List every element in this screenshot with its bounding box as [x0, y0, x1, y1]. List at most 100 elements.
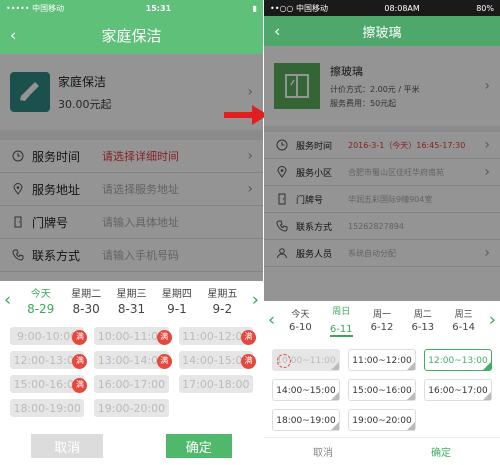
back-icon[interactable]: ‹: [10, 26, 16, 45]
time-slot-label: 13:00-14:00: [97, 354, 166, 367]
form-row[interactable]: 服务地址 请选择服务地址 ›: [0, 173, 263, 206]
chevron-right-icon[interactable]: ›: [489, 310, 496, 331]
clock-icon: [274, 137, 290, 153]
day-date: 9-1: [167, 301, 187, 316]
row-label: 服务小区: [296, 168, 333, 179]
full-badge: 满: [72, 329, 88, 345]
row-value: 系统自动分配: [348, 248, 396, 258]
day-tab[interactable]: 星期三 8-31: [109, 285, 154, 316]
time-slot[interactable]: 11:00~12:00: [348, 349, 416, 371]
row-label: 服务地址: [32, 182, 81, 197]
day-tab[interactable]: 周二 6-13: [402, 307, 443, 333]
time-slot[interactable]: 16:00-17:00: [94, 375, 169, 393]
day-tab[interactable]: 今天 6-10: [280, 307, 321, 333]
time-slot-label: 16:00~17:00: [428, 386, 488, 396]
time-slot-label: 11:00~12:00: [352, 356, 412, 366]
confirm-button[interactable]: 确定: [431, 444, 451, 459]
day-selector: ‹ › 今天 6-10 周日 6-11 周一 6-12 周二 6-13 周三 6-14: [264, 301, 500, 339]
day-tab[interactable]: 今天 8-29: [18, 285, 63, 316]
status-bar: ••○○ 中国移动 08:08AM 80%: [264, 0, 500, 16]
time-slot-label: 15:00~16:00: [352, 386, 412, 396]
time-slot-label: 15:00-16:00: [13, 378, 81, 391]
carrier-label: ••○○ 中国移动: [270, 3, 328, 13]
time-slot[interactable]: 14:00-15:00 满: [178, 351, 256, 369]
time-slot-label: 18:00-19:00: [13, 402, 81, 415]
pricing-method: 计价方式：2.00元 / 平米: [330, 85, 420, 94]
chevron-left-icon[interactable]: ‹: [4, 290, 11, 311]
time-slot-label: 12:00~13:00: [428, 356, 488, 366]
time-slot[interactable]: 14:00~15:00: [272, 379, 340, 401]
row-value: 请输入手机号码: [102, 249, 179, 262]
time-slot[interactable]: 18:00-19:00: [10, 399, 85, 417]
time-slot[interactable]: 16:00~17:00: [424, 379, 492, 401]
time-slot[interactable]: 12:00-13:00 满: [10, 351, 88, 369]
cancel-button[interactable]: 取消: [313, 444, 333, 459]
door-icon: [10, 214, 26, 230]
back-icon[interactable]: ‹: [274, 22, 280, 41]
action-bar: 取消 确定: [0, 429, 263, 463]
day-tab[interactable]: 星期五 9-2: [200, 285, 245, 316]
time-slot-grid: 10:00~11:00 11:00~12:00 12:00~13:00 14:00~1…: [264, 339, 500, 437]
day-tab[interactable]: 星期四 9-1: [154, 285, 199, 316]
day-name: 星期五: [207, 288, 238, 300]
time-slot-label: 11:00-12:00: [182, 330, 250, 343]
day-name: 今天: [291, 310, 310, 320]
service-card[interactable]: 擦玻璃 计价方式：2.00元 / 平米 服务费用：50元起 ›: [264, 46, 500, 126]
day-tab[interactable]: 周日 6-11: [321, 304, 362, 337]
time-slot[interactable]: 19:00~20:00: [348, 409, 416, 431]
carrier-label: ••••• 中国移动: [6, 3, 65, 13]
location-icon: [10, 181, 26, 197]
time-slot[interactable]: 17:00-18:00: [178, 375, 253, 393]
time-slot[interactable]: 18:00~19:00: [272, 409, 340, 431]
full-badge: 满: [156, 329, 172, 345]
day-date: 6-12: [370, 322, 394, 333]
chevron-right-icon: ›: [247, 84, 253, 100]
day-tab[interactable]: 周一 6-12: [362, 307, 403, 333]
form-row[interactable]: 联系方式 请输入手机号码: [0, 239, 263, 272]
cancel-button[interactable]: 取消: [31, 434, 104, 458]
time-slot-label: 17:00-18:00: [182, 378, 250, 391]
time-slot[interactable]: 10:00~11:00: [272, 349, 340, 371]
time-slot[interactable]: 15:00~16:00: [348, 379, 416, 401]
confirm-button[interactable]: 确定: [165, 434, 232, 458]
row-label: 服务人员: [296, 249, 333, 260]
form-row[interactable]: 服务小区 合肥市蜀山区佳旺华府南苑 ›: [264, 159, 500, 186]
clock-time: 15:31: [145, 3, 172, 13]
form-row[interactable]: 门牌号 请输入具体地址: [0, 206, 263, 239]
corner-mark-icon: [483, 392, 491, 400]
day-tab[interactable]: 周三 6-14: [443, 307, 484, 333]
chevron-right-icon[interactable]: ›: [252, 290, 259, 311]
broom-icon: [10, 72, 50, 112]
chevron-right-icon: ›: [247, 181, 253, 197]
clock-time: 08:08AM: [384, 3, 420, 13]
time-slot[interactable]: 12:00~13:00: [424, 349, 492, 371]
form-row[interactable]: 门牌号 华润五彩国际9幢904室: [264, 186, 500, 213]
time-slot[interactable]: 9:00-10:00 满: [10, 327, 88, 345]
chevron-left-icon[interactable]: ‹: [268, 310, 275, 331]
time-slot[interactable]: 19:00-20:00: [94, 399, 169, 417]
corner-mark-icon: [331, 362, 339, 370]
nav-bar: ‹ 家庭保洁: [0, 16, 263, 54]
day-date: 9-2: [212, 301, 233, 316]
nav-bar: ‹ 擦玻璃: [264, 16, 500, 46]
form-row[interactable]: 服务时间 请选择详细时间 ›: [0, 140, 263, 173]
time-slot[interactable]: 11:00-12:00 满: [178, 327, 256, 345]
time-picker-sheet: ‹ › 今天 8-29 星期二 8-30 星期三 8-31 星期四 9-1 星期五 9-2 9:0…: [0, 281, 263, 465]
day-date: 8-29: [27, 301, 55, 316]
day-tab[interactable]: 星期二 8-30: [63, 285, 108, 316]
form-row[interactable]: 服务时间 2016-3-1（今天）16:45-17:30 ›: [264, 132, 500, 159]
corner-mark-icon: [331, 392, 339, 400]
time-slot[interactable]: 13:00-14:00 满: [94, 351, 172, 369]
form-row[interactable]: 服务人员 系统自动分配 ›: [264, 240, 500, 267]
stamp-icon: [277, 354, 291, 368]
row-value: 15262827894: [348, 221, 404, 231]
day-selector: ‹ › 今天 8-29 星期二 8-30 星期三 8-31 星期四 9-1 星期五 9-2: [0, 281, 263, 319]
time-slot-label: 19:00-20:00: [97, 402, 166, 415]
time-slot-label: 9:00-10:00: [16, 330, 78, 343]
form-row[interactable]: 联系方式 15262827894: [264, 213, 500, 240]
day-name: 星期二: [71, 288, 102, 300]
time-slot[interactable]: 15:00-16:00 满: [10, 375, 88, 393]
door-icon: [274, 191, 290, 207]
page-title: 擦玻璃: [362, 25, 402, 41]
time-slot[interactable]: 10:00-11:00 满: [94, 327, 172, 345]
